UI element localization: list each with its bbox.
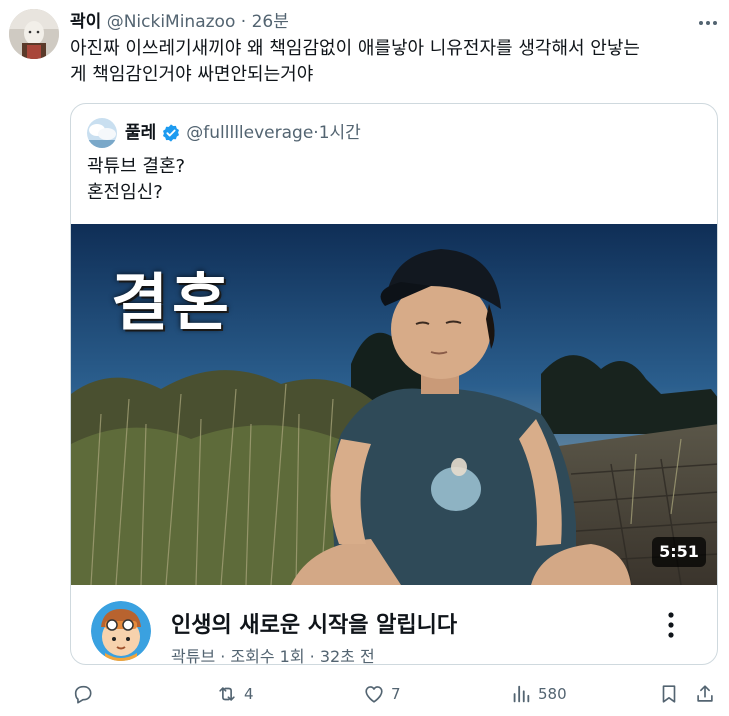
heart-icon [365,686,383,703]
video-more-icon[interactable] [663,609,679,641]
quote-timestamp[interactable]: 1시간 [319,121,361,145]
share-button[interactable] [694,680,716,708]
quote-author-handle[interactable]: @fullllleverage [186,121,313,145]
like-count: 7 [391,685,401,703]
video-thumbnail[interactable]: 결혼 [71,224,717,585]
quote-text-line-2: 혼전임신? [87,182,163,203]
retweet-button[interactable]: 4 [216,680,254,708]
video-meta: 곽튜브 · 조회수 1회 · 32초 전 [171,647,375,665]
reply-button[interactable] [72,680,94,708]
quote-header: 풀레 @fullllleverage · 1시간 [125,121,361,145]
reply-icon [74,685,92,704]
author-avatar[interactable] [9,9,59,59]
tweet-actions: 4 7 580 [70,680,720,708]
video-overlay-text: 결혼 [111,266,234,339]
retweet-icon [219,687,235,701]
share-icon [697,685,713,702]
views-button[interactable]: 580 [510,680,567,708]
tweet-text-line-2: 게 책임감인거야 싸면안되는거야 [70,64,314,85]
views-bar-icon [513,685,530,703]
verified-badge-icon [163,124,180,142]
header-separator: · [240,12,247,32]
retweet-count: 4 [244,685,254,703]
author-name[interactable]: 곽이 [70,12,101,32]
like-button[interactable]: 7 [363,680,401,708]
bookmark-button[interactable] [658,680,680,708]
video-duration: 5:51 [652,537,706,567]
more-dots-icon[interactable] [694,12,722,34]
tweet-header: 곽이 @NickiMinazoo · 26분 [70,10,289,34]
quote-text: 곽튜브 결혼? 혼전임신? [87,154,185,206]
video-card-info[interactable]: 인생의 새로운 시작을 알립니다 곽튜브 · 조회수 1회 · 32초 전 [71,585,717,665]
tweet-text-line-1: 아진짜 이쓰레기새끼야 왜 책임감없이 애를낳아 니유전자를 생각해서 안낳는 [70,38,640,59]
video-title[interactable]: 인생의 새로운 시작을 알립니다 [171,607,457,639]
channel-cartoon-avatar [91,601,151,661]
quote-author-name[interactable]: 풀레 [125,121,156,145]
views-count: 580 [538,685,567,703]
author-handle[interactable]: @NickiMinazoo [107,12,236,32]
quote-author-avatar[interactable] [87,118,117,148]
tweet-timestamp[interactable]: 26분 [252,12,289,32]
tweet-text: 아진짜 이쓰레기새끼야 왜 책임감없이 애를낳아 니유전자를 생각해서 안낳는 … [70,36,720,88]
quoted-tweet[interactable]: 풀레 @fullllleverage · 1시간 곽튜브 결혼? 혼전임신? 결… [70,103,718,665]
quote-text-line-1: 곽튜브 결혼? [87,156,186,177]
bookmark-icon [662,685,676,703]
